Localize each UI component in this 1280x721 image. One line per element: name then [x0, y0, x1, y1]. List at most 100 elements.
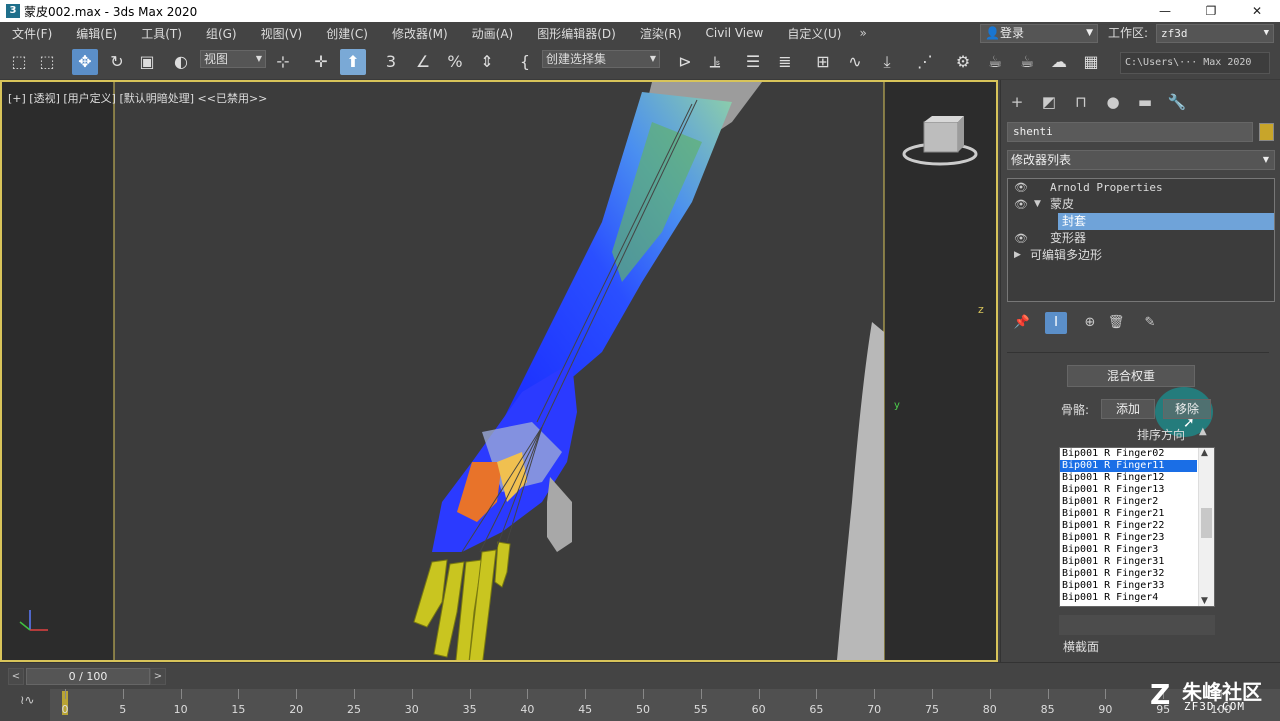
- expand-arrow-icon[interactable]: ▼: [1034, 196, 1041, 213]
- rendered-frame-window-icon[interactable]: ⚙: [950, 49, 976, 75]
- bone-list-item[interactable]: Bip001 R Finger21: [1060, 508, 1197, 520]
- select-and-rotate-icon[interactable]: ↻: [104, 49, 130, 75]
- menu-group[interactable]: 组(G): [194, 25, 249, 42]
- minimize-button[interactable]: —: [1142, 0, 1188, 22]
- select-by-name-icon[interactable]: ⬚: [34, 49, 60, 75]
- object-name-field[interactable]: shenti: [1007, 122, 1253, 142]
- render-setup-icon[interactable]: ⋰: [912, 49, 938, 75]
- render-cloud-icon[interactable]: ☁: [1046, 49, 1072, 75]
- time-slider-prev-icon[interactable]: <: [8, 668, 24, 685]
- bone-list-item[interactable]: Bip001 R Finger22: [1060, 520, 1197, 532]
- bone-list-item[interactable]: Bip001 R Finger2: [1060, 496, 1197, 508]
- snaps-toggle-icon[interactable]: 3: [378, 49, 404, 75]
- modifier-list-dropdown[interactable]: 修改器列表 ▼: [1007, 150, 1275, 170]
- utilities-tab-icon[interactable]: 🔧: [1167, 92, 1187, 112]
- sort-order-label[interactable]: 排序方向: [1137, 426, 1185, 443]
- menu-rendering[interactable]: 渲染(R): [628, 25, 694, 42]
- bone-list-item[interactable]: Bip001 R Finger12: [1060, 472, 1197, 484]
- menu-views[interactable]: 视图(V): [249, 25, 315, 42]
- listbox-scrollbar[interactable]: ▲ ▼: [1198, 448, 1214, 606]
- menu-civil-view[interactable]: Civil View: [694, 26, 776, 40]
- layer-explorer-icon[interactable]: ☰: [740, 49, 766, 75]
- stack-item-skin[interactable]: 👁 ▼ 蒙皮: [1008, 196, 1274, 213]
- percent-snap-icon[interactable]: %: [442, 49, 468, 75]
- sort-arrow-icon[interactable]: ▲: [1199, 426, 1207, 437]
- eye-icon[interactable]: 👁: [1014, 179, 1028, 196]
- stack-item-morpher[interactable]: 👁 变形器: [1008, 230, 1274, 247]
- menu-graph-editors[interactable]: 图形编辑器(D): [525, 25, 628, 42]
- edit-named-selection-icon[interactable]: {: [512, 49, 538, 75]
- menu-overflow-icon[interactable]: »: [853, 26, 872, 40]
- render-shortcut-icon[interactable]: ▦: [1078, 49, 1104, 75]
- bone-list-item[interactable]: Bip001 R Finger02: [1060, 448, 1197, 460]
- show-end-result-icon[interactable]: Ι: [1045, 312, 1067, 334]
- reference-coordinate-dropdown[interactable]: 视图 ▼: [200, 50, 266, 68]
- select-and-scale-icon[interactable]: ▣: [134, 49, 160, 75]
- bone-list-item[interactable]: Bip001 R Finger32: [1060, 568, 1197, 580]
- select-manipulate-icon[interactable]: ✛: [308, 49, 334, 75]
- close-button[interactable]: ✕: [1234, 0, 1280, 22]
- scroll-down-icon[interactable]: ▼: [1201, 596, 1208, 606]
- eye-icon[interactable]: 👁: [1014, 230, 1028, 247]
- bone-list-item[interactable]: Bip001 R Finger23: [1060, 532, 1197, 544]
- time-slider-next-icon[interactable]: >: [150, 668, 166, 685]
- bone-list-item[interactable]: Bip001 R Finger3: [1060, 544, 1197, 556]
- display-tab-icon[interactable]: ▬: [1135, 92, 1155, 112]
- make-unique-icon[interactable]: ⊕: [1079, 312, 1101, 334]
- bone-list-item[interactable]: Bip001 R Finger4: [1060, 592, 1197, 604]
- viewport-label[interactable]: [+] [透视] [用户定义] [默认明暗处理] <<已禁用>>: [8, 90, 267, 106]
- track-bar[interactable]: 0 5 10 15 20 25 30 35 40 45 50 55 60 65 70 75 80 85 90 95 10…: [50, 689, 1280, 721]
- keyboard-shortcut-override-icon[interactable]: ⬆: [340, 49, 366, 75]
- align-icon[interactable]: ⫡: [702, 49, 728, 75]
- eye-icon[interactable]: 👁: [1014, 196, 1028, 213]
- menu-edit[interactable]: 编辑(E): [64, 25, 129, 42]
- menu-modifiers[interactable]: 修改器(M): [380, 25, 460, 42]
- time-slider[interactable]: 0 / 100: [26, 668, 150, 685]
- select-and-place-icon[interactable]: ◐: [168, 49, 194, 75]
- stack-item-arnold-properties[interactable]: 👁 Arnold Properties: [1008, 179, 1274, 196]
- bone-list-item[interactable]: Bip001 R Finger31: [1060, 556, 1197, 568]
- render-production-icon[interactable]: ☕: [982, 49, 1008, 75]
- bone-list-item[interactable]: Bip001 R Finger13: [1060, 484, 1197, 496]
- stack-item-editable-poly[interactable]: ▶ 可编辑多边形: [1008, 247, 1274, 264]
- blend-weights-button[interactable]: 混合权重: [1067, 365, 1195, 387]
- add-bone-button[interactable]: 添加: [1101, 399, 1155, 419]
- restore-button[interactable]: ❐: [1188, 0, 1234, 22]
- hierarchy-tab-icon[interactable]: ⊓: [1071, 92, 1091, 112]
- bone-list-item[interactable]: Bip001 R Finger11: [1060, 460, 1197, 472]
- create-tab-icon[interactable]: +: [1007, 92, 1027, 112]
- configure-modifier-sets-icon[interactable]: ✎: [1139, 312, 1161, 334]
- schematic-view-icon[interactable]: ∿: [842, 49, 868, 75]
- menu-animation[interactable]: 动画(A): [460, 25, 526, 42]
- material-editor-icon[interactable]: ⤓: [874, 49, 900, 75]
- scroll-up-icon[interactable]: ▲: [1201, 448, 1208, 458]
- login-dropdown[interactable]: 👤登录 ▼: [980, 24, 1098, 43]
- mirror-icon[interactable]: ⊳: [672, 49, 698, 75]
- remove-modifier-icon[interactable]: 🗑: [1105, 312, 1127, 334]
- pin-stack-icon[interactable]: 📌: [1011, 312, 1033, 334]
- menu-tools[interactable]: 工具(T): [129, 25, 194, 42]
- perspective-viewport[interactable]: [+] [透视] [用户定义] [默认明暗处理] <<已禁用>> z y: [0, 80, 998, 662]
- expand-arrow-icon[interactable]: ▶: [1014, 247, 1021, 264]
- bone-list-item[interactable]: Bip001 R Finger33: [1060, 580, 1197, 592]
- angle-snap-icon[interactable]: ∠: [410, 49, 436, 75]
- curve-editor-icon[interactable]: ⊞: [810, 49, 836, 75]
- spinner-snap-icon[interactable]: ⇕: [474, 49, 500, 75]
- project-path[interactable]: C:\Users\··· Max 2020: [1120, 52, 1270, 74]
- select-and-move-icon[interactable]: ✥: [72, 49, 98, 75]
- workspace-dropdown[interactable]: zf3d ▼: [1156, 24, 1274, 43]
- modify-tab-icon[interactable]: ◩: [1039, 92, 1059, 112]
- curve-editor-mini-icon[interactable]: ≀∿: [20, 693, 35, 707]
- named-selection-set-dropdown[interactable]: 创建选择集 ▼: [542, 50, 660, 68]
- bones-listbox[interactable]: Bip001 R Finger02 Bip001 R Finger11 Bip001…: [1059, 447, 1215, 607]
- toggle-ribbon-icon[interactable]: ≣: [772, 49, 798, 75]
- pivot-center-icon[interactable]: ⊹: [270, 49, 296, 75]
- select-object-icon[interactable]: ⬚: [6, 49, 32, 75]
- render-iterative-icon[interactable]: ☕: [1014, 49, 1040, 75]
- menu-create[interactable]: 创建(C): [314, 25, 380, 42]
- scroll-thumb[interactable]: [1201, 508, 1212, 538]
- menu-file[interactable]: 文件(F): [0, 25, 64, 42]
- motion-tab-icon[interactable]: ●: [1103, 92, 1123, 112]
- menu-customize[interactable]: 自定义(U): [775, 25, 853, 42]
- stack-item-envelope[interactable]: 封套: [1058, 213, 1274, 230]
